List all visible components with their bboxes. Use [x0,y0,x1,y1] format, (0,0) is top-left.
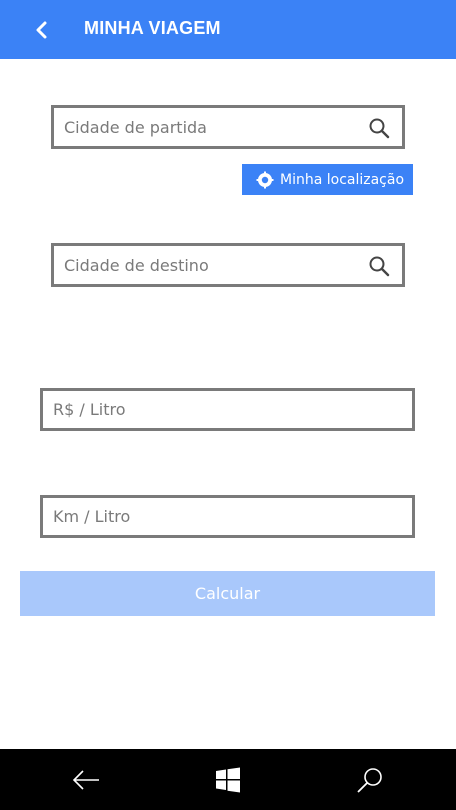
chevron-left-icon [36,21,47,39]
origin-city-field[interactable] [51,105,405,149]
km-per-liter-field[interactable] [40,495,415,538]
my-location-label: Minha localização [280,171,405,188]
back-button[interactable] [26,12,58,48]
windows-logo-icon[interactable] [213,765,243,795]
origin-city-input[interactable] [54,117,402,137]
destination-city-field[interactable] [51,243,405,287]
back-arrow-icon[interactable] [71,765,101,795]
my-location-button[interactable]: Minha localização [242,164,413,195]
price-per-liter-field[interactable] [40,388,415,431]
app-header: MINHA VIAGEM [0,0,456,59]
search-icon[interactable] [368,255,390,277]
location-target-icon [256,171,274,188]
calculate-button[interactable]: Calcular [20,571,435,616]
system-nav-bar [0,749,456,810]
page-title: MINHA VIAGEM [84,18,221,38]
price-per-liter-input[interactable] [43,400,412,419]
km-per-liter-input[interactable] [43,507,412,526]
destination-city-input[interactable] [54,255,402,275]
search-icon[interactable] [355,765,385,795]
search-icon[interactable] [368,117,390,139]
